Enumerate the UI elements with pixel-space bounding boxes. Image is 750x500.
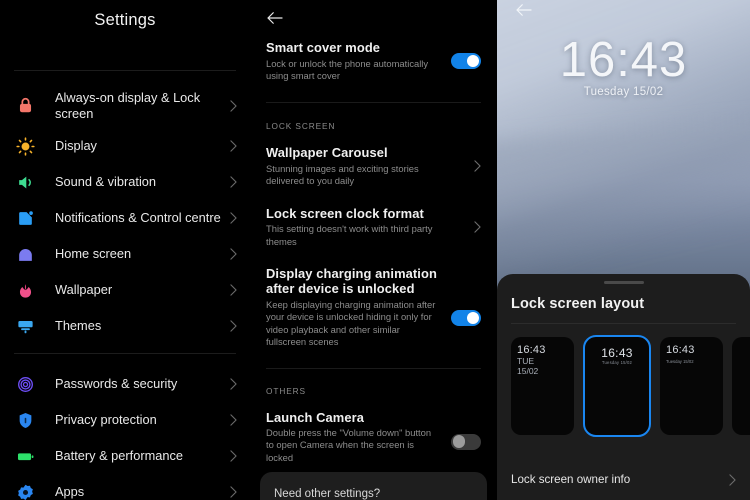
lock-screen-date: Tuesday 15/02	[583, 86, 664, 98]
layout-options-list: 16:43 TUE 15/02 16:43 Tuesday 15/02 16:43…	[497, 324, 750, 437]
section-header-others: OTHERS	[266, 385, 306, 396]
layout-thumb-date-line2: 15/02	[517, 365, 539, 376]
lock-screen-clock: 16:43	[559, 33, 688, 87]
sidebar-item-label: Home screen	[55, 246, 132, 262]
layout-thumb-time: 16:43	[601, 346, 633, 360]
setting-row-smart-cover-mode[interactable]: Smart cover mode Lock or unlock the phon…	[250, 40, 497, 82]
chevron-right-icon	[230, 99, 240, 112]
sidebar-item-label: Always-on display & Lock screen	[55, 90, 201, 121]
setting-title: Wallpaper Carousel	[266, 145, 388, 161]
setting-title: Launch Camera	[266, 409, 365, 425]
smart-cover-toggle[interactable]	[451, 53, 481, 70]
layout-thumb-date: Tuesday 15/02	[666, 359, 694, 364]
sidebar-item-label: Passwords & security	[55, 376, 178, 392]
layout-option-blank[interactable]	[732, 337, 750, 435]
sidebar-item-display[interactable]: Display	[0, 128, 250, 164]
three-panel-screenshot: Settings Always-on display & Lock screen…	[0, 0, 750, 500]
layout-thumb-time: 16:43	[666, 344, 695, 356]
sidebar-item-home-screen[interactable]: Home screen	[0, 236, 250, 272]
setting-title: Smart cover mode	[266, 40, 381, 55]
lock-icon	[14, 95, 36, 117]
sidebar-item-label: Display	[55, 138, 97, 154]
chevron-right-icon	[230, 176, 240, 188]
chevron-right-icon	[230, 212, 240, 224]
layout-option-centered[interactable]: 16:43 Tuesday 15/02	[583, 335, 651, 437]
sidebar-item-battery-performance[interactable]: Battery & performance	[0, 438, 250, 474]
preview-back-arrow-icon[interactable]	[515, 3, 533, 17]
setting-subtitle: Stunning images and exciting stories del…	[266, 162, 419, 187]
sidebar-item-label: Themes	[55, 318, 102, 334]
back-arrow-icon[interactable]	[250, 0, 497, 25]
sidebar-item-themes[interactable]: Themes	[0, 308, 250, 344]
notification-icon	[14, 207, 36, 229]
lock-screen-owner-info-row[interactable]: Lock screen owner info	[497, 473, 750, 486]
setting-title: Display charging animation after device …	[266, 265, 437, 297]
layout-thumb-date: Tuesday 15/02	[601, 360, 633, 365]
sidebar-item-passwords-security[interactable]: Passwords & security	[0, 366, 250, 402]
sidebar-item-label: Notifications & Control centre	[55, 210, 221, 226]
sidebar-item-label: Battery & performance	[55, 448, 184, 464]
chevron-right-icon	[230, 140, 240, 152]
chevron-right-icon	[729, 473, 736, 486]
settings-panel: Settings Always-on display & Lock screen…	[0, 0, 250, 500]
chevron-right-icon	[474, 160, 481, 173]
sidebar-item-wallpaper[interactable]: Wallpaper	[0, 272, 250, 308]
layout-thumb-time: 16:43	[517, 344, 546, 356]
layout-thumb-date: TUE 15/02	[517, 356, 539, 376]
setting-row-wallpaper-carousel[interactable]: Wallpaper Carousel Stunning images and e…	[250, 145, 497, 187]
sidebar-item-notifications-control-centre[interactable]: Notifications & Control centre	[0, 200, 250, 236]
sidebar-item-label: Privacy protection	[55, 412, 157, 428]
theme-icon	[14, 315, 36, 337]
divider	[14, 353, 236, 354]
charging-animation-toggle[interactable]	[451, 309, 481, 326]
setting-title: Lock screen clock format	[266, 205, 424, 221]
apps-gear-icon	[14, 481, 36, 500]
speaker-icon	[14, 171, 36, 193]
sidebar-item-always-on-display[interactable]: Always-on display & Lock screen	[0, 83, 250, 128]
setting-subtitle: Lock or unlock the phone automatically u…	[266, 57, 429, 81]
owner-info-label: Lock screen owner info	[511, 473, 631, 486]
sidebar-item-label: Sound & vibration	[55, 174, 157, 190]
flower-icon	[14, 279, 36, 301]
setting-row-charging-animation[interactable]: Display charging animation after device …	[250, 266, 497, 349]
page-title: Settings	[94, 11, 156, 29]
chevron-right-icon	[230, 414, 240, 426]
sidebar-item-privacy-protection[interactable]: Privacy protection	[0, 402, 250, 438]
sidebar-item-label: Apps	[55, 484, 85, 500]
sidebar-item-label: Wallpaper	[55, 282, 113, 298]
setting-subtitle: Keep displaying charging animation after…	[266, 298, 436, 348]
lock-screen-layout-sheet: Lock screen layout 16:43 TUE 15/02 16:43 …	[497, 274, 750, 500]
chevron-right-icon	[230, 450, 240, 462]
sheet-title: Lock screen layout	[511, 296, 645, 312]
setting-subtitle: This setting doesn't work with third par…	[266, 223, 433, 247]
chevron-right-icon	[230, 320, 240, 332]
layout-thumb-date-line1: TUE	[517, 356, 534, 366]
divider	[266, 102, 481, 104]
lock-screen-settings-panel: Smart cover mode Lock or unlock the phon…	[250, 0, 497, 500]
battery-icon	[14, 445, 36, 467]
chevron-right-icon	[230, 284, 240, 296]
chevron-right-icon	[230, 378, 240, 390]
shield-icon	[14, 409, 36, 431]
fingerprint-icon	[14, 373, 36, 395]
chevron-right-icon	[474, 221, 481, 233]
chevron-right-icon	[230, 486, 240, 498]
sidebar-item-sound-vibration[interactable]: Sound & vibration	[0, 164, 250, 200]
setting-row-lock-screen-clock-format[interactable]: Lock screen clock format This setting do…	[250, 206, 497, 248]
layout-option-left-small[interactable]: 16:43 Tuesday 15/02	[660, 337, 723, 435]
sidebar-item-apps[interactable]: Apps	[0, 474, 250, 500]
divider	[266, 367, 481, 369]
layout-option-left-stacked[interactable]: 16:43 TUE 15/02	[511, 337, 574, 435]
home-icon	[14, 243, 36, 265]
lock-screen-preview-panel: 16:43 Tuesday 15/02 Lock screen layout 1…	[497, 0, 750, 500]
launch-camera-toggle[interactable]	[451, 433, 481, 450]
section-header-lock-screen: LOCK SCREEN	[266, 121, 336, 132]
need-other-settings-card[interactable]: Need other settings?	[260, 472, 487, 500]
need-other-settings-label: Need other settings?	[274, 488, 381, 500]
chevron-right-icon	[230, 248, 240, 260]
setting-row-launch-camera[interactable]: Launch Camera Double press the "Volume d…	[250, 410, 497, 465]
brightness-icon	[14, 135, 36, 157]
setting-subtitle: Double press the "Volume down" button to…	[266, 427, 432, 463]
